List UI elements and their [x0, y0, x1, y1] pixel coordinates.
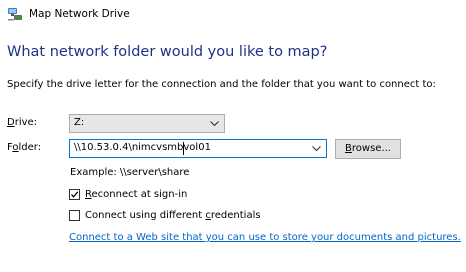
web-site-link[interactable]: Connect to a Web site that you can use t… — [69, 232, 461, 243]
credentials-checkbox-row[interactable]: Connect using different credentials — [69, 210, 261, 221]
chevron-down-icon[interactable] — [312, 146, 321, 152]
reconnect-checkbox[interactable] — [69, 189, 80, 200]
credentials-checkbox[interactable] — [69, 210, 80, 221]
drive-letter-value: Z: — [74, 117, 85, 128]
folder-label: Folder: — [7, 142, 42, 153]
browse-button[interactable]: Browse... — [335, 139, 401, 159]
drive-label: Drive: — [7, 117, 38, 128]
reconnect-checkbox-row[interactable]: Reconnect at sign-in — [69, 189, 187, 200]
folder-path-combobox[interactable]: \\10.53.0.4\nimcvsmbvol01 — [69, 139, 327, 158]
example-text: Example: \\server\share — [70, 167, 190, 178]
title-bar: Map Network Drive — [7, 5, 130, 23]
checkmark-icon — [71, 191, 79, 198]
reconnect-label: Reconnect at sign-in — [85, 189, 188, 200]
text-cursor — [183, 142, 184, 155]
credentials-label: Connect using different credentials — [85, 210, 261, 221]
map-network-drive-dialog: Map Network Drive What network folder wo… — [0, 0, 466, 272]
page-heading: What network folder would you like to ma… — [7, 44, 328, 60]
folder-path-value: \\10.53.0.4\nimcvsmbvol01 — [74, 142, 211, 153]
instructions-text: Specify the drive letter for the connect… — [7, 79, 436, 90]
chevron-down-icon — [210, 121, 219, 127]
network-drive-icon — [7, 6, 23, 22]
drive-letter-select[interactable]: Z: — [69, 114, 225, 133]
window-title: Map Network Drive — [29, 8, 130, 20]
